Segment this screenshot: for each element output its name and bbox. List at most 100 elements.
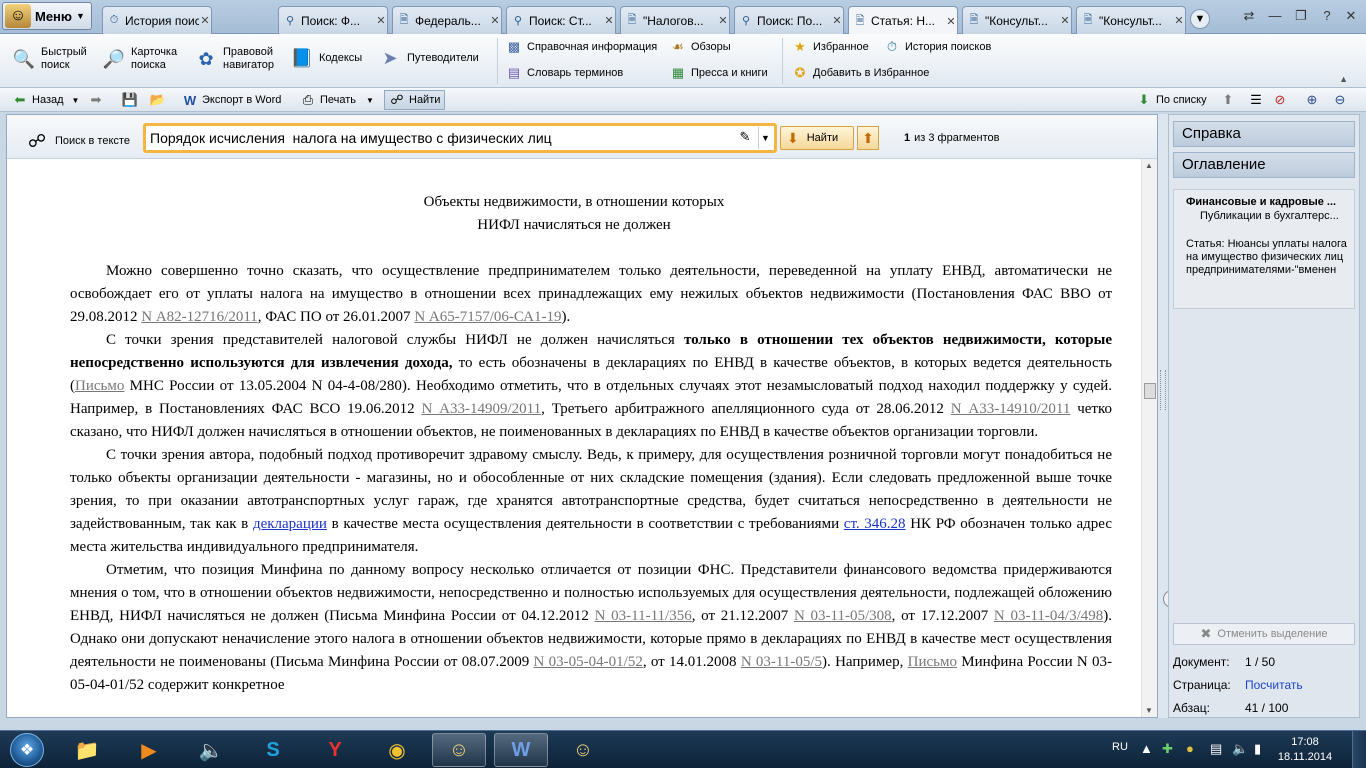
add-favorites-button[interactable]: ✪ Добавить в Избранное	[792, 65, 930, 81]
maximize-icon[interactable]: ❐	[1290, 8, 1312, 26]
collapse-ribbon-icon[interactable]: ▲	[1339, 74, 1348, 84]
search-card-button[interactable]: 🔎 Карточка поиска	[102, 46, 177, 72]
tab-search-1[interactable]: ⚲ Поиск: Ф... ✕	[278, 6, 388, 34]
legal-navigator-button[interactable]: ✿ Правовой навигатор	[194, 46, 274, 72]
tab-search-3[interactable]: ⚲ Поиск: По... ✕	[734, 6, 844, 34]
tab-list-dropdown-button[interactable]: ▼	[1190, 9, 1210, 29]
print-button[interactable]: ⎙ Печать ▼	[300, 91, 374, 109]
up-button[interactable]: ⬆	[1220, 91, 1240, 109]
tab-document-3[interactable]: 🗎 "Консульт... ✕	[962, 6, 1072, 34]
yandex-browser-taskbar-button[interactable]: Y	[308, 733, 362, 767]
zoom-in-button[interactable]: ⊕	[1304, 91, 1324, 109]
battery-icon[interactable]: ▮	[1254, 741, 1261, 757]
consultant-taskbar-button[interactable]: ☺	[432, 733, 486, 767]
language-indicator[interactable]: RU	[1112, 741, 1128, 753]
chrome-taskbar-button[interactable]: ◉	[370, 733, 424, 767]
help-tab[interactable]: Справка	[1173, 121, 1355, 147]
tab-search-2[interactable]: ⚲ Поиск: Ст... ✕	[506, 6, 616, 34]
find-previous-button[interactable]: ⬆	[857, 126, 879, 150]
find-toggle-button[interactable]: ☍ Найти	[384, 90, 446, 110]
close-icon[interactable]: ✕	[831, 14, 843, 27]
press-books-button[interactable]: ▦ Пресса и книги	[670, 65, 768, 81]
scroll-down-icon[interactable]: ▼	[1145, 706, 1153, 715]
quick-search-button[interactable]: 🔍 Быстрый поиск	[12, 46, 87, 72]
doc-status-button[interactable]: ⊘	[1272, 91, 1292, 109]
doc-link[interactable]: N 03-11-05/5	[741, 654, 822, 670]
close-icon[interactable]: ✕	[1059, 14, 1071, 27]
zoom-out-button[interactable]: ⊖	[1332, 91, 1352, 109]
search-input[interactable]	[150, 128, 730, 148]
chevron-down-icon[interactable]: ▼	[758, 127, 772, 149]
close-icon[interactable]: ✕	[603, 14, 615, 27]
doc-link[interactable]: N 03-11-11/356	[595, 608, 692, 624]
main-menu-button[interactable]: ☺ Меню ▼	[2, 2, 92, 30]
tab-search-history[interactable]: ⏱ История поисков✕	[102, 6, 212, 34]
reference-info-button[interactable]: ▩ Справочная информация	[506, 39, 657, 55]
tray-expand-icon[interactable]: ▲	[1140, 741, 1153, 756]
network-icon[interactable]: ▤	[1210, 741, 1222, 757]
tab-document-1[interactable]: 🗎 Федераль... ✕	[392, 6, 502, 34]
word-taskbar-button[interactable]: W	[494, 733, 548, 767]
doc-link[interactable]: N А33-14909/2011	[421, 401, 541, 417]
close-icon[interactable]: ✕	[489, 14, 501, 27]
scroll-up-icon[interactable]: ▲	[1145, 161, 1153, 170]
publication-card[interactable]: Финансовые и кадровые ... Публикации в б…	[1173, 189, 1355, 309]
by-list-button[interactable]: ⬇ По списку	[1136, 91, 1207, 109]
doc-link[interactable]: N А82-12716/2011	[141, 309, 258, 325]
save-button[interactable]: 💾	[122, 91, 142, 109]
search-history-button[interactable]: ⏱ История поисков	[884, 39, 991, 55]
contents-tab[interactable]: Оглавление	[1173, 152, 1355, 178]
close-icon[interactable]: ✕	[199, 14, 211, 27]
tray-app-icon[interactable]: ✚	[1162, 741, 1173, 757]
dictionary-button[interactable]: ▤ Словарь терминов	[506, 65, 623, 81]
start-button[interactable]: ❖	[4, 731, 50, 768]
splitter-grip[interactable]	[1160, 370, 1166, 410]
chevron-down-icon[interactable]: ▼	[72, 96, 80, 105]
doc-link[interactable]: декларации	[253, 516, 327, 532]
close-icon[interactable]: ✕	[1173, 14, 1185, 27]
media-player-taskbar-button[interactable]: ▶	[122, 733, 176, 767]
list-button[interactable]: ☰	[1248, 91, 1268, 109]
show-desktop-button[interactable]	[1352, 731, 1366, 768]
scroll-thumb[interactable]	[1144, 383, 1156, 399]
panel-splitter[interactable]	[1158, 114, 1168, 718]
volume-icon[interactable]: 🔈	[1232, 741, 1248, 757]
tab-document-2[interactable]: 🗎 "Налогов... ✕	[620, 6, 730, 34]
favorites-button[interactable]: ★ Избранное	[792, 39, 869, 55]
export-word-button[interactable]: W Экспорт в Word	[182, 91, 282, 109]
forward-button[interactable]: ➡	[88, 91, 108, 109]
doc-link[interactable]: N 03-11-05/308	[794, 608, 892, 624]
skype-taskbar-button[interactable]: S	[246, 733, 300, 767]
tab-document-4[interactable]: 🗎 "Консульт... ✕	[1076, 6, 1186, 34]
codes-button[interactable]: 📘 Кодексы	[290, 46, 362, 70]
tray-security-icon[interactable]: ●	[1186, 741, 1194, 756]
vertical-scrollbar[interactable]: ▲ ▼	[1141, 159, 1157, 717]
doc-link[interactable]: N 03-05-04-01/52	[534, 654, 643, 670]
close-icon[interactable]: ✕	[945, 15, 957, 28]
doc-link[interactable]: ст. 346.28	[844, 516, 906, 532]
help-icon[interactable]: ?	[1316, 8, 1338, 26]
guides-button[interactable]: ➤ Путеводители	[378, 46, 478, 70]
find-next-button[interactable]: ⬇ Найти	[780, 126, 854, 150]
close-icon[interactable]: ✕	[375, 14, 387, 27]
chevron-down-icon[interactable]: ▼	[366, 96, 374, 105]
tab-article-active[interactable]: 🗎 Статья: Н... ✕	[848, 6, 958, 35]
close-icon[interactable]: ✕	[717, 14, 729, 27]
doc-link[interactable]: Письмо	[75, 378, 124, 394]
eraser-icon[interactable]: ✎	[736, 129, 754, 147]
restore-icon[interactable]: ⇄	[1238, 8, 1260, 26]
count-pages-link[interactable]: Посчитать	[1245, 678, 1303, 692]
minimize-icon[interactable]: —	[1264, 8, 1286, 26]
back-button[interactable]: ⬅ Назад ▼	[12, 91, 80, 109]
clock[interactable]: 17:08 18.11.2014	[1272, 735, 1338, 765]
doc-link[interactable]: N 03-11-04/3/498	[994, 608, 1103, 624]
unselect-button[interactable]: ✖ Отменить выделение	[1173, 623, 1355, 645]
doc-link[interactable]: N А33-14910/2011	[951, 401, 1071, 417]
open-folder-button[interactable]: 📂	[150, 91, 170, 109]
consultant-2-taskbar-button[interactable]: ☺	[556, 733, 610, 767]
close-window-icon[interactable]: ✕	[1340, 8, 1362, 26]
explorer-taskbar-button[interactable]: 📁	[60, 733, 114, 767]
doc-link[interactable]: N А65-7157/06-СА1-19	[414, 309, 561, 325]
doc-link[interactable]: Письмо	[908, 654, 957, 670]
audio-taskbar-button[interactable]: 🔈	[184, 733, 238, 767]
